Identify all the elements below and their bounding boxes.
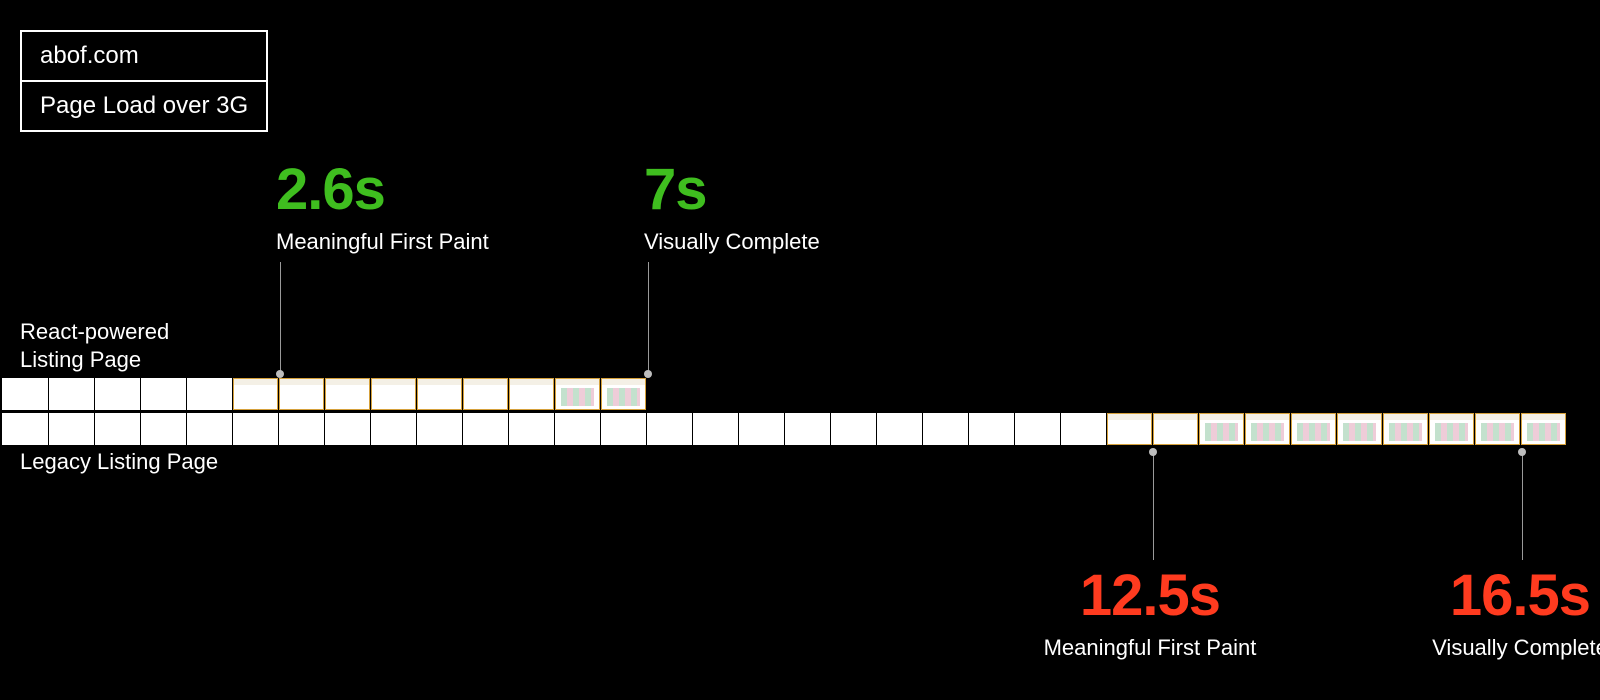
legacy-vc-metric: 16.5s Visually Complete: [1380, 562, 1600, 661]
filmstrip-frame: [1382, 378, 1428, 410]
filmstrip-frame: [416, 413, 462, 445]
legacy-vc-label: Visually Complete: [1380, 635, 1600, 661]
filmstrip-frame: [554, 413, 600, 445]
legacy-mfp-dot: [1149, 448, 1157, 456]
filmstrip-frame: [370, 413, 416, 445]
filmstrip-frame: [646, 378, 692, 410]
filmstrip-frame: [1520, 413, 1566, 445]
title-context: Page Load over 3G: [22, 80, 266, 130]
filmstrip-frame: [416, 378, 462, 410]
filmstrip-frame: [1428, 378, 1474, 410]
filmstrip-frame: [462, 413, 508, 445]
filmstrip-frame: [1198, 378, 1244, 410]
filmstrip-frame: [1474, 413, 1520, 445]
filmstrip-frame: [968, 413, 1014, 445]
legacy-vc-dot: [1518, 448, 1526, 456]
filmstrip-frame: [1106, 378, 1152, 410]
filmstrip-frame: [646, 413, 692, 445]
filmstrip-frame: [554, 378, 600, 410]
filmstrip-frame: [784, 378, 830, 410]
legacy-mfp-metric: 12.5s Meaningful First Paint: [1000, 562, 1300, 661]
filmstrip-frame: [600, 413, 646, 445]
filmstrip-frame: [1244, 378, 1290, 410]
legacy-mfp-label: Meaningful First Paint: [1000, 635, 1300, 661]
filmstrip-frame: [1474, 378, 1520, 410]
filmstrip-frame: [784, 413, 830, 445]
legacy-vc-connector: [1522, 452, 1523, 560]
filmstrip-frame: [1520, 378, 1566, 410]
filmstrip-frame: [48, 413, 94, 445]
filmstrip-frame: [692, 413, 738, 445]
filmstrip-frame: [830, 413, 876, 445]
filmstrip-frame: [232, 378, 278, 410]
legacy-vc-value: 16.5s: [1380, 562, 1600, 629]
filmstrip-frame: [968, 378, 1014, 410]
filmstrip-frame: [94, 413, 140, 445]
react-vc-value: 7s: [644, 156, 820, 223]
filmstrip-frame: [1014, 413, 1060, 445]
filmstrip-frame: [1152, 413, 1198, 445]
react-mfp-dot: [276, 370, 284, 378]
filmstrip-frame: [324, 413, 370, 445]
filmstrip-frame: [278, 378, 324, 410]
react-vc-label: Visually Complete: [644, 229, 820, 255]
legacy-row-label: Legacy Listing Page: [20, 448, 218, 476]
filmstrip-frame: [692, 378, 738, 410]
filmstrip-frame: [830, 378, 876, 410]
filmstrip-frame: [600, 378, 646, 410]
filmstrip-frame: [1152, 378, 1198, 410]
filmstrip-frame: [1060, 413, 1106, 445]
filmstrip-frame: [1198, 413, 1244, 445]
filmstrip-frame: [738, 413, 784, 445]
react-vc-connector: [648, 262, 649, 372]
filmstrip-frame: [1290, 378, 1336, 410]
react-mfp-connector: [280, 262, 281, 372]
filmstrip-frame: [48, 378, 94, 410]
legacy-mfp-connector: [1153, 452, 1154, 560]
filmstrip-frame: [324, 378, 370, 410]
react-row-label: React-powered Listing Page: [20, 318, 169, 373]
filmstrip-frame: [1106, 413, 1152, 445]
filmstrip-frame: [1244, 413, 1290, 445]
filmstrip-frame: [876, 413, 922, 445]
filmstrip-frame: [738, 378, 784, 410]
legacy-mfp-value: 12.5s: [1000, 562, 1300, 629]
filmstrip-frame: [1382, 413, 1428, 445]
title-box: abof.com Page Load over 3G: [20, 30, 268, 132]
react-filmstrip: [2, 378, 1566, 410]
filmstrip-frame: [370, 378, 416, 410]
react-mfp-metric: 2.6s Meaningful First Paint: [276, 156, 489, 255]
react-vc-metric: 7s Visually Complete: [644, 156, 820, 255]
filmstrip-frame: [94, 378, 140, 410]
filmstrip-frame: [876, 378, 922, 410]
filmstrip-frame: [922, 413, 968, 445]
filmstrip-frame: [1336, 413, 1382, 445]
filmstrip-frame: [1428, 413, 1474, 445]
react-mfp-value: 2.6s: [276, 156, 489, 223]
filmstrip-frame: [140, 413, 186, 445]
filmstrip-frame: [508, 413, 554, 445]
legacy-filmstrip: [2, 413, 1566, 445]
react-mfp-label: Meaningful First Paint: [276, 229, 489, 255]
filmstrip-frame: [278, 413, 324, 445]
filmstrip-frame: [1060, 378, 1106, 410]
filmstrip-frame: [1290, 413, 1336, 445]
filmstrip-frame: [232, 413, 278, 445]
filmstrip-frame: [186, 378, 232, 410]
filmstrip-frame: [462, 378, 508, 410]
filmstrip-frame: [2, 378, 48, 410]
filmstrip-frame: [508, 378, 554, 410]
title-site: abof.com: [22, 32, 266, 80]
filmstrip-frame: [140, 378, 186, 410]
react-vc-dot: [644, 370, 652, 378]
filmstrip-frame: [1336, 378, 1382, 410]
filmstrip-frame: [1014, 378, 1060, 410]
filmstrip-frame: [186, 413, 232, 445]
filmstrip-frame: [2, 413, 48, 445]
filmstrip-frame: [922, 378, 968, 410]
